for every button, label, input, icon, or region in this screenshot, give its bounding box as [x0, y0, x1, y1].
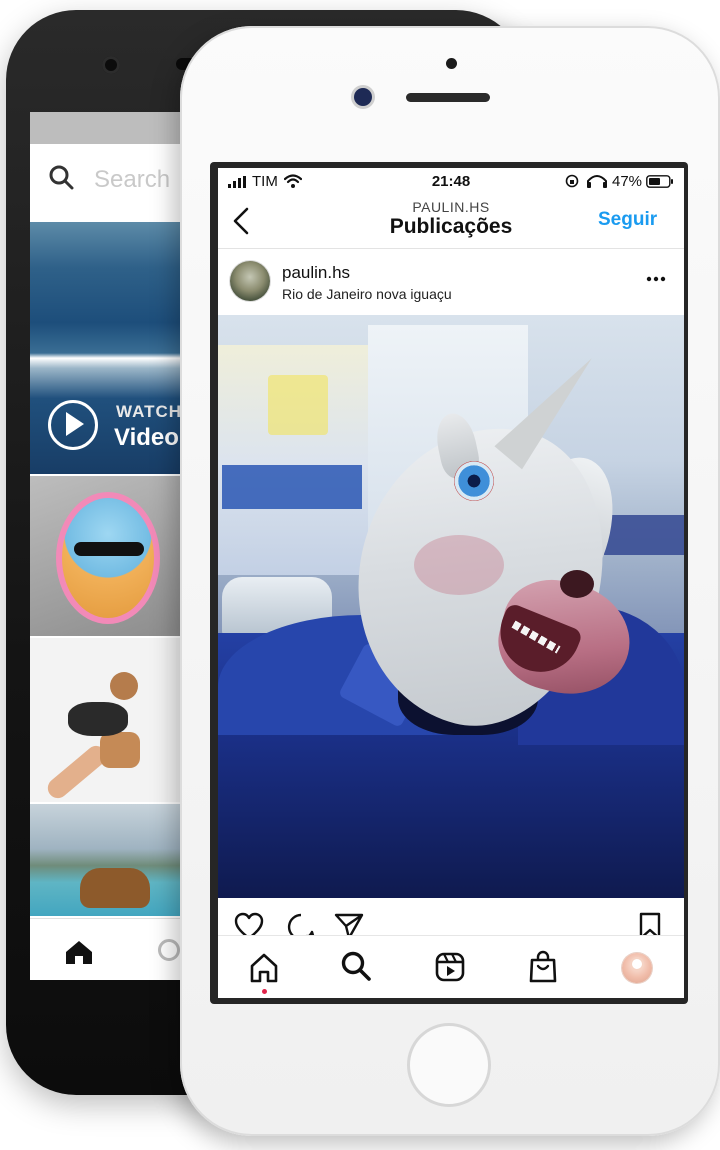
- active-indicator-dot: [262, 989, 267, 994]
- flower-icon: [632, 959, 642, 969]
- dog-dress-image: [68, 702, 128, 736]
- search-icon[interactable]: [340, 950, 372, 982]
- post-location[interactable]: Rio de Janeiro nova iguaçu: [282, 286, 452, 302]
- play-triangle: [66, 412, 84, 436]
- dog-head-image: [110, 672, 138, 700]
- back-phone-camera: [102, 56, 120, 74]
- earpiece-speaker: [406, 93, 490, 102]
- background-sign: [222, 465, 362, 509]
- headphones-icon: [587, 175, 607, 188]
- front-camera: [354, 88, 372, 106]
- home-icon[interactable]: [248, 952, 280, 984]
- search-placeholder: Search: [94, 166, 171, 193]
- instagram-screen: TIM 21:48 47% PAULIN.HS Publicações Segu…: [218, 168, 684, 998]
- proximity-sensor: [446, 58, 457, 69]
- reels-icon[interactable]: [434, 951, 466, 983]
- unicorn-cheek: [414, 535, 504, 595]
- home-icon[interactable]: [64, 939, 94, 965]
- unicorn-eye: [454, 461, 494, 501]
- follow-button[interactable]: Seguir: [598, 209, 657, 231]
- search-icon: [49, 165, 74, 190]
- bottom-nav: [218, 935, 684, 998]
- post-avatar[interactable]: [230, 261, 270, 301]
- more-horizontal-icon[interactable]: [646, 276, 666, 282]
- battery-icon: [646, 175, 673, 188]
- shop-icon[interactable]: [528, 950, 558, 984]
- status-bar: TIM 21:48 47%: [218, 168, 684, 196]
- burger-image: [80, 868, 150, 908]
- battery-percent: 47%: [612, 173, 643, 190]
- post-username[interactable]: paulin.hs: [282, 263, 350, 283]
- profile-avatar[interactable]: [622, 953, 652, 983]
- search-icon[interactable]: [158, 939, 180, 961]
- home-button[interactable]: [407, 1023, 491, 1107]
- sunglasses-image: [74, 542, 144, 556]
- background-sign: [268, 375, 328, 435]
- unicorn-nostril: [560, 570, 594, 598]
- rotation-lock-icon: [565, 174, 579, 188]
- dog-legs-image: [100, 732, 140, 768]
- post-actions: [218, 898, 684, 940]
- cat-mirror-image: [56, 492, 160, 624]
- post-photo[interactable]: [218, 315, 684, 898]
- header-divider: [218, 248, 684, 249]
- background-sign: [604, 515, 684, 555]
- video-label: Video: [114, 424, 179, 451]
- watch-label: WATCH: [116, 402, 183, 421]
